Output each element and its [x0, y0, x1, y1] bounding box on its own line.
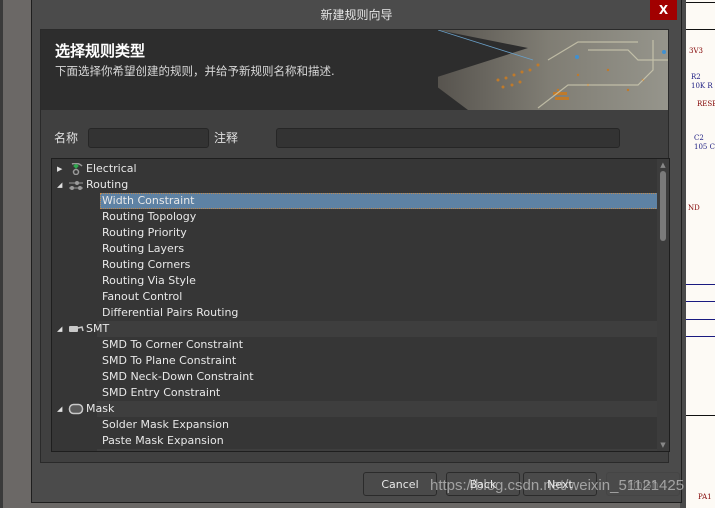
scroll-down-arrow-icon[interactable]: ▼	[659, 441, 667, 449]
banner-title: 选择规则类型	[55, 42, 146, 60]
tree-item[interactable]: SMD To Plane Constraint	[52, 353, 658, 369]
tree-item-label: Routing Corners	[102, 258, 191, 271]
tree-item[interactable]: Solder Mask Expansion	[52, 417, 658, 433]
routing-icon	[68, 179, 84, 191]
tree-item[interactable]: Fanout Control	[52, 289, 658, 305]
tree-item[interactable]: SMD Neck-Down Constraint	[52, 369, 658, 385]
rule-type-tree[interactable]: ▶ Electrical ◢ Routing Width Constraint Routi…	[51, 158, 670, 452]
schematic-label: RESE	[697, 100, 715, 108]
tree-item-label: Routing Layers	[102, 242, 185, 255]
tree-category-plane[interactable]: ▶ Plane	[52, 449, 658, 452]
wizard-banner: 选择规则类型 下面选择你希望创建的规则，并给予新规则名称和描述.	[41, 30, 668, 110]
tree-item[interactable]: SMD Entry Constraint	[52, 385, 658, 401]
tree-item-label: SMD To Corner Constraint	[102, 338, 244, 351]
schematic-line	[686, 2, 715, 3]
category-row-background	[97, 161, 658, 177]
name-label: 名称	[54, 131, 79, 145]
category-label: Routing	[86, 178, 129, 191]
tree-item-label: SMD Entry Constraint	[102, 386, 221, 399]
tree-vertical-scrollbar[interactable]: ▲ ▼	[657, 159, 669, 451]
smt-icon	[68, 323, 84, 335]
new-rule-wizard-dialog: 新建规则向导 X 选择规则类型 下面选择你希望创建的规则，并给予新规则名称和描述…	[31, 0, 682, 503]
banner-subtitle: 下面选择你希望创建的规则，并给予新规则名称和描述.	[55, 64, 335, 78]
schematic-wire	[686, 336, 715, 337]
collapsed-arrow-icon[interactable]: ▶	[57, 161, 65, 177]
tree-item-label: Differential Pairs Routing	[102, 306, 239, 319]
tree-item[interactable]: Routing Priority	[52, 225, 658, 241]
schematic-label: C2	[694, 134, 704, 142]
close-icon: X	[658, 3, 669, 17]
rule-form-row: 名称 注释	[41, 126, 668, 150]
schematic-line	[686, 415, 715, 416]
tree-item-label: Routing Via Style	[102, 274, 196, 287]
finish-button: Finish	[606, 472, 680, 496]
comment-input[interactable]	[276, 128, 620, 148]
category-row-background	[97, 177, 658, 193]
category-label: SMT	[86, 322, 110, 335]
tree-item-label: Solder Mask Expansion	[102, 418, 230, 431]
dialog-title: 新建规则向导	[320, 7, 393, 22]
electrical-icon	[68, 162, 84, 176]
schematic-label: ND	[688, 204, 700, 212]
tree-item-label: Width Constraint	[102, 194, 195, 207]
category-label: Mask	[86, 402, 115, 415]
scroll-up-arrow-icon[interactable]: ▲	[659, 161, 667, 169]
schematic-background: 3V3 R2 10K R RESE C2 105 C ND PA1	[686, 0, 715, 508]
pcb-banner-image	[438, 30, 668, 110]
schematic-label: 10K R	[691, 82, 713, 90]
category-label: Plane	[86, 449, 116, 451]
tree-item-label: SMD Neck-Down Constraint	[102, 370, 254, 383]
wizard-content: 选择规则类型 下面选择你希望创建的规则，并给予新规则名称和描述. 名称 注释 ▶…	[40, 29, 670, 463]
schematic-wire	[686, 301, 715, 302]
schematic-label: PA1	[698, 493, 712, 501]
tree-item[interactable]: Width Constraint	[52, 193, 658, 209]
dialog-titlebar[interactable]: 新建规则向导	[32, 0, 681, 28]
schematic-wire	[686, 284, 715, 285]
expanded-arrow-icon[interactable]: ◢	[57, 401, 65, 417]
schematic-label: R2	[691, 73, 701, 81]
tree-item[interactable]: Routing Layers	[52, 241, 658, 257]
cancel-button[interactable]: Cancel	[363, 472, 437, 496]
close-button[interactable]: X	[650, 0, 677, 20]
tree-item[interactable]: Paste Mask Expansion	[52, 433, 658, 449]
tree-item[interactable]: Routing Topology	[52, 209, 658, 225]
tree-item-label: Paste Mask Expansion	[102, 434, 224, 447]
tree-item[interactable]: SMD To Corner Constraint	[52, 337, 658, 353]
tree-item[interactable]: Routing Via Style	[52, 273, 658, 289]
tree-item[interactable]: Differential Pairs Routing	[52, 305, 658, 321]
tree-category-mask[interactable]: ◢ Mask	[52, 401, 658, 417]
category-row-background	[97, 321, 658, 337]
comment-label: 注释	[214, 131, 239, 145]
plane-icon	[68, 451, 84, 452]
category-row-background	[97, 401, 658, 417]
expanded-arrow-icon[interactable]: ◢	[57, 177, 65, 193]
category-label: Electrical	[86, 162, 137, 175]
next-button[interactable]: Next	[523, 472, 597, 496]
tree-category-smt[interactable]: ◢ SMT	[52, 321, 658, 337]
collapsed-arrow-icon[interactable]: ▶	[57, 449, 65, 451]
tree-category-routing[interactable]: ◢ Routing	[52, 177, 658, 193]
expanded-arrow-icon[interactable]: ◢	[57, 321, 65, 337]
category-row-background	[97, 449, 658, 451]
back-button[interactable]: Back	[446, 472, 520, 496]
tree-item-label: Routing Priority	[102, 226, 187, 239]
tree-item-label: Fanout Control	[102, 290, 183, 303]
tree-rows: ▶ Electrical ◢ Routing Width Constraint Routi…	[52, 161, 658, 452]
name-input[interactable]	[88, 128, 209, 148]
tree-category-electrical[interactable]: ▶ Electrical	[52, 161, 658, 177]
left-edge-strip	[0, 0, 3, 508]
schematic-label: 3V3	[689, 47, 703, 55]
tree-item-label: Routing Topology	[102, 210, 197, 223]
mask-icon	[68, 403, 84, 415]
tree-item-label: SMD To Plane Constraint	[102, 354, 237, 367]
scroll-thumb[interactable]	[660, 171, 666, 241]
schematic-line	[686, 29, 715, 30]
schematic-wire	[686, 319, 715, 320]
schematic-label: 105 C	[694, 143, 715, 151]
tree-item[interactable]: Routing Corners	[52, 257, 658, 273]
